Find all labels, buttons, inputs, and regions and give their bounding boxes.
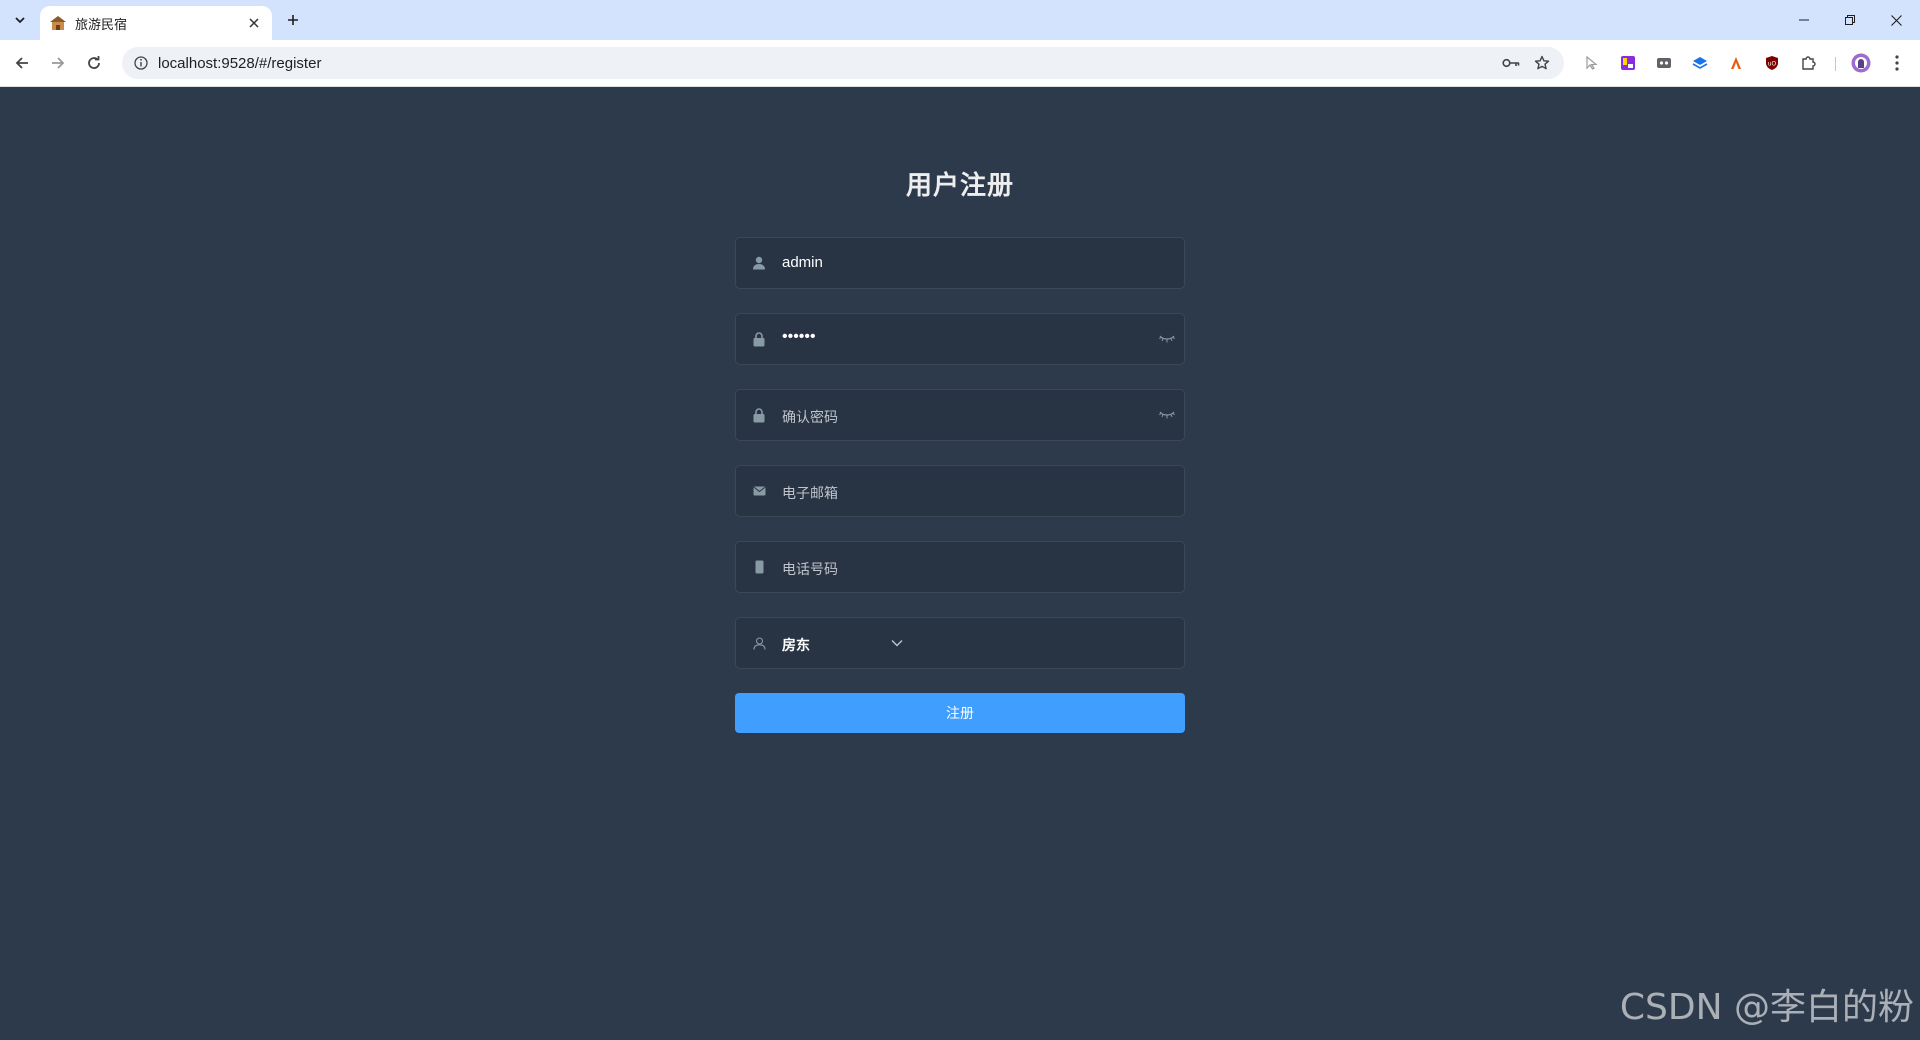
eye-closed-icon[interactable] [1158, 330, 1176, 348]
url-text: localhost:9528/#/register [158, 55, 322, 72]
username-value: admin [782, 254, 823, 271]
register-button[interactable]: 注册 [735, 693, 1185, 733]
password-key-button[interactable] [1500, 52, 1522, 74]
browser-toolbar: localhost:9528/#/register uO [0, 40, 1920, 87]
page-title: 用户注册 [905, 170, 1014, 200]
role-select[interactable]: 房东 [735, 617, 1185, 669]
site-info-button[interactable] [130, 52, 152, 74]
bookmark-button[interactable] [1531, 52, 1553, 74]
info-icon [134, 56, 148, 70]
register-page: 用户注册 admin •••••• 确认密码 电子邮箱 电话号码 房东 注册 C… [0, 87, 1920, 1040]
phone-icon [750, 558, 768, 576]
svg-text:uO: uO [1768, 61, 1777, 68]
star-icon [1534, 55, 1550, 70]
layers-icon [1692, 57, 1708, 69]
forward-button[interactable] [44, 49, 72, 77]
browser-tabstrip: 旅游民宿 [0, 0, 1920, 40]
mail-icon [750, 482, 768, 500]
extension-rp-button[interactable] [1617, 52, 1639, 74]
minimize-icon [1799, 19, 1809, 21]
user-icon [750, 254, 768, 272]
avatar-icon [1851, 53, 1871, 73]
reload-button[interactable] [80, 49, 108, 77]
window-restore-button[interactable] [1828, 6, 1872, 34]
restore-icon [1845, 15, 1855, 25]
extension-a-button[interactable] [1725, 52, 1747, 74]
confirm-password-field[interactable]: 确认密码 [735, 389, 1185, 441]
tab-title: 旅游民宿 [75, 16, 128, 32]
confirm-password-placeholder: 确认密码 [782, 409, 838, 425]
arrow-left-icon [15, 57, 28, 69]
extension-layers-button[interactable] [1689, 52, 1711, 74]
password-field[interactable]: •••••• [735, 313, 1185, 365]
cursor-icon [1586, 56, 1598, 70]
kebab-menu-icon [1895, 55, 1899, 71]
plus-icon [288, 15, 298, 25]
tab-search-button[interactable] [8, 8, 32, 32]
password-value: •••••• [782, 328, 816, 345]
address-bar[interactable]: localhost:9528/#/register [122, 47, 1564, 79]
back-button[interactable] [8, 49, 36, 77]
chevron-down-icon[interactable] [888, 634, 906, 652]
lock-icon [750, 330, 768, 348]
user-outline-icon [750, 634, 768, 652]
extension-box-button[interactable] [1653, 52, 1675, 74]
toolbar-separator [1835, 57, 1836, 71]
shield-icon: uO [1766, 56, 1778, 70]
puzzle-icon [1802, 56, 1816, 70]
window-minimize-button[interactable] [1782, 6, 1826, 34]
extension-ublock-button[interactable]: uO [1761, 52, 1783, 74]
profile-button[interactable] [1850, 52, 1872, 74]
window-close-button[interactable] [1874, 6, 1918, 34]
browser-menu-button[interactable] [1886, 52, 1908, 74]
key-icon [1502, 58, 1520, 68]
role-selected-value: 房东 [782, 637, 810, 653]
lock-icon [750, 406, 768, 424]
extension-cursor-button[interactable] [1581, 52, 1603, 74]
tab-close-button[interactable] [244, 13, 264, 33]
new-tab-button[interactable] [282, 9, 304, 31]
extensions-menu-button[interactable] [1797, 52, 1819, 74]
email-field[interactable]: 电子邮箱 [735, 465, 1185, 517]
csdn-watermark: CSDN @李白的粉 [1619, 987, 1914, 1028]
username-field[interactable]: admin [735, 237, 1185, 289]
house-favicon-icon [50, 16, 66, 30]
phone-field[interactable]: 电话号码 [735, 541, 1185, 593]
close-icon [249, 18, 259, 28]
close-icon [1890, 14, 1902, 26]
box-extension-icon [1657, 58, 1671, 68]
phone-placeholder: 电话号码 [782, 561, 838, 577]
eye-closed-icon[interactable] [1158, 406, 1176, 424]
reload-icon [88, 56, 100, 69]
email-placeholder: 电子邮箱 [782, 485, 838, 501]
browser-tab-active[interactable]: 旅游民宿 [40, 6, 272, 40]
a-extension-icon [1731, 57, 1741, 69]
arrow-right-icon [52, 57, 65, 69]
chevron-down-icon [15, 17, 25, 24]
rp-extension-icon [1621, 56, 1635, 70]
